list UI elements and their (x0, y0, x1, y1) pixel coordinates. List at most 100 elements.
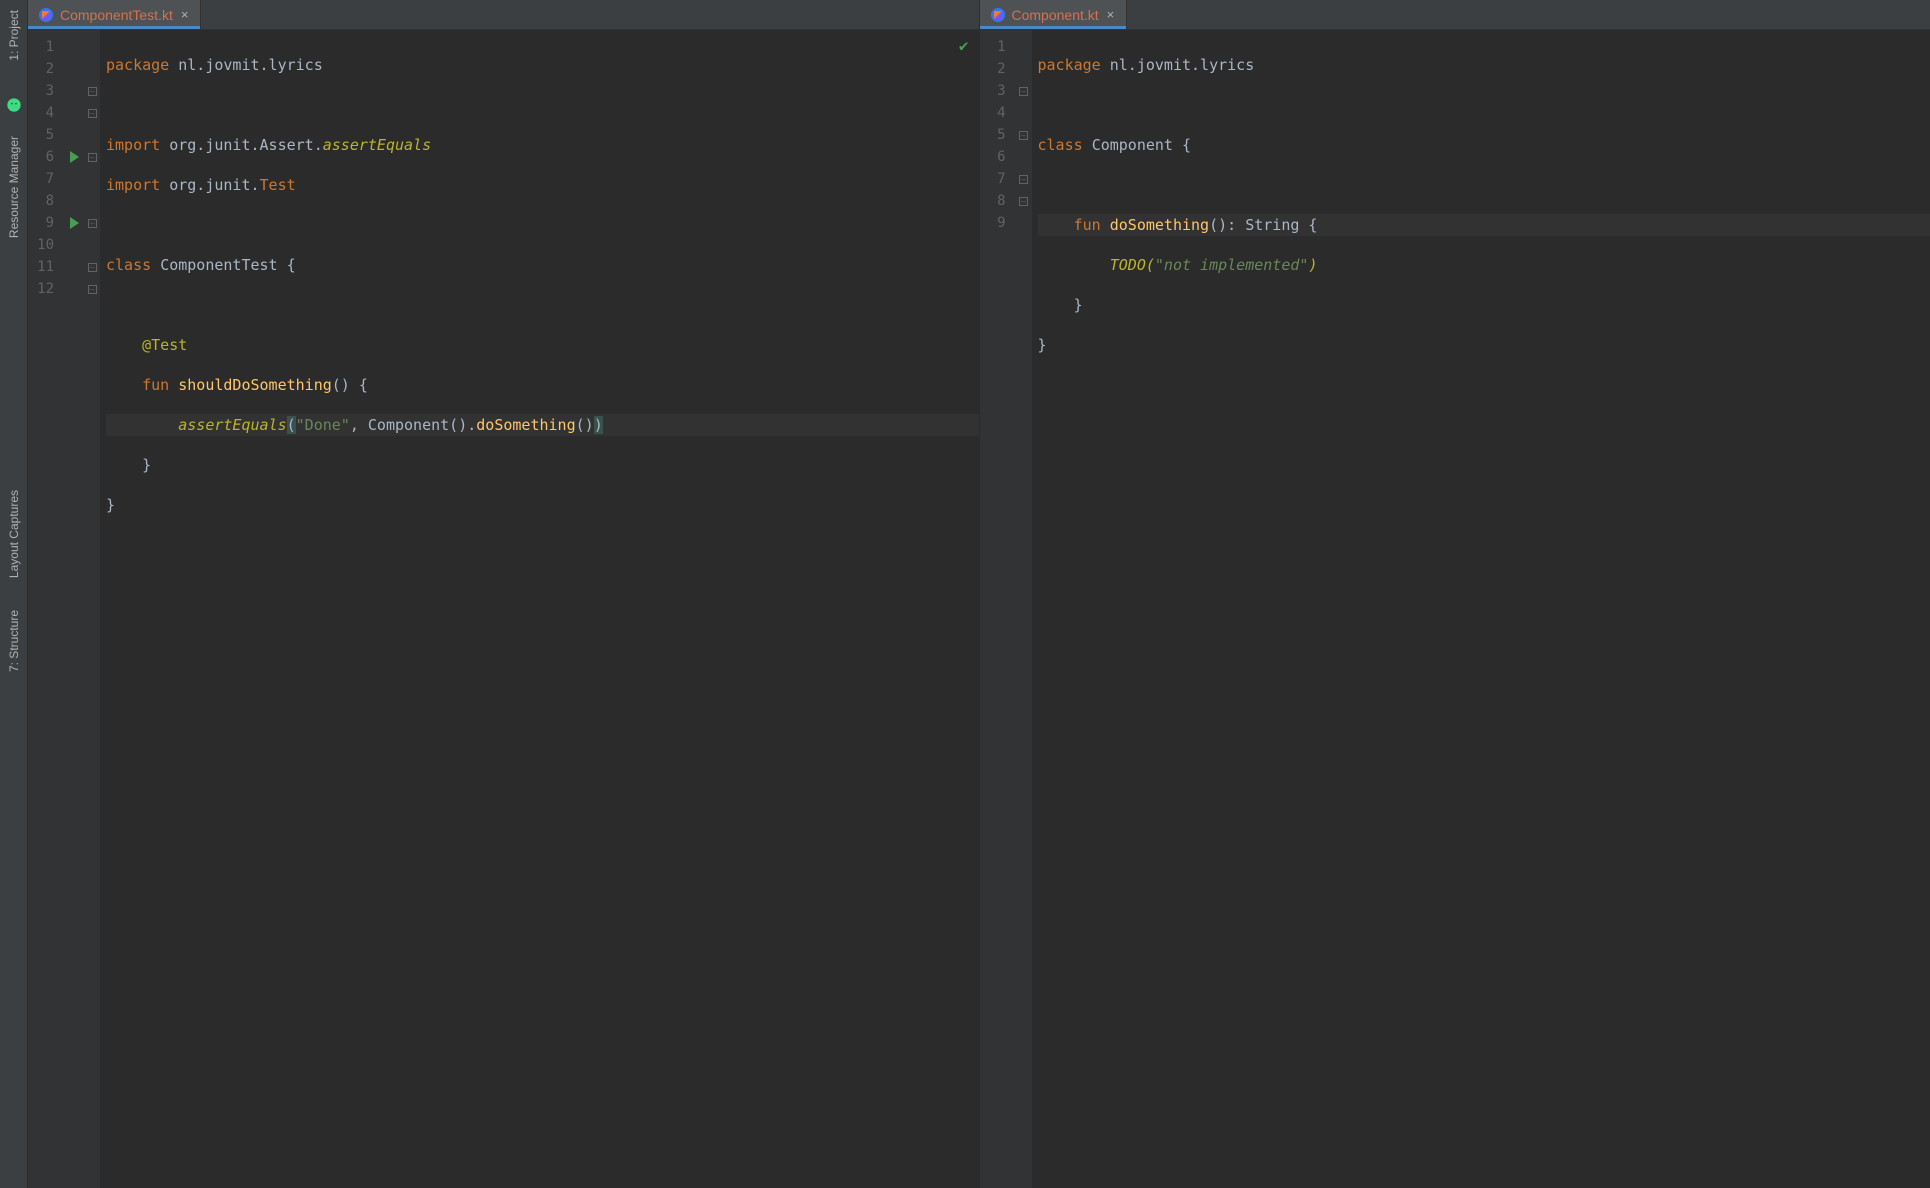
line-number: 1 (28, 39, 64, 55)
code: ( (287, 416, 296, 434)
kotlin-file-icon (38, 7, 54, 23)
gutter-left: 1 2 3– 4– 5 6– 7 8 9– 10 11– 12– (28, 30, 100, 1188)
fold-icon[interactable]: – (88, 87, 97, 96)
editor-body-left[interactable]: ✔ 1 2 3– 4– 5 6– 7 8 9– 10 11– 12– packa… (28, 30, 979, 1188)
line-number: 9 (980, 215, 1016, 231)
android-icon (6, 97, 22, 116)
code: shouldDoSomething (178, 376, 332, 394)
fold-icon[interactable]: – (1019, 175, 1028, 184)
tool-window-project[interactable]: 1: Project (5, 4, 23, 67)
line-number: 8 (980, 193, 1016, 209)
tool-window-structure[interactable]: 7: Structure (5, 604, 23, 678)
line-number: 1 (980, 39, 1016, 55)
tab-component[interactable]: Component.kt × (980, 0, 1128, 29)
code: TODO (1110, 256, 1146, 274)
code: nl.jovmit.lyrics (1110, 56, 1255, 74)
code: @Test (142, 336, 187, 354)
editor-pane-right: Component.kt × 1 2 3– 4 5– 6 7– 8– 9 pac… (980, 0, 1930, 1188)
code (1038, 256, 1110, 274)
fold-icon[interactable]: – (88, 285, 97, 294)
tab-title: Component.kt (1012, 7, 1099, 23)
line-number: 7 (980, 171, 1016, 187)
code: class (106, 256, 160, 274)
code: import (106, 176, 169, 194)
tab-bar-left: ComponentTest.kt × (28, 0, 979, 30)
code: fun (1074, 216, 1110, 234)
close-icon[interactable]: × (179, 7, 191, 22)
line-number: 6 (28, 149, 64, 165)
line-number: 2 (980, 61, 1016, 77)
kotlin-file-icon (990, 7, 1006, 23)
line-number: 12 (28, 281, 64, 297)
code: ( (1146, 256, 1155, 274)
fold-icon[interactable]: – (88, 219, 97, 228)
code: org.junit.Assert. (169, 136, 323, 154)
line-number: 9 (28, 215, 64, 231)
tab-bar-right: Component.kt × (980, 0, 1930, 30)
code-area-right[interactable]: package nl.jovmit.lyrics class Component… (1032, 30, 1930, 1188)
code-area-left[interactable]: package nl.jovmit.lyrics import org.juni… (100, 30, 979, 1188)
line-number: 10 (28, 237, 64, 253)
code (106, 416, 178, 434)
line-number: 2 (28, 61, 64, 77)
tool-window-label: Layout Captures (7, 490, 21, 578)
tab-active-indicator (28, 26, 200, 29)
tab-componenttest[interactable]: ComponentTest.kt × (28, 0, 201, 29)
line-number: 5 (28, 127, 64, 143)
code: (): String { (1209, 216, 1317, 234)
line-number: 4 (980, 105, 1016, 121)
code: ) (1308, 256, 1317, 274)
tool-window-layout-captures[interactable]: Layout Captures (5, 484, 23, 584)
code: package (1038, 56, 1110, 74)
editor-body-right[interactable]: 1 2 3– 4 5– 6 7– 8– 9 package nl.jovmit.… (980, 30, 1930, 1188)
code: ) (594, 416, 603, 434)
code: doSomething (1110, 216, 1209, 234)
fold-icon[interactable]: – (1019, 131, 1028, 140)
code: fun (142, 376, 178, 394)
code: nl.jovmit.lyrics (178, 56, 323, 74)
line-number: 7 (28, 171, 64, 187)
tool-window-resource-manager[interactable]: Resource Manager (5, 130, 23, 244)
code: doSomething (476, 416, 575, 434)
code: "Done" (296, 416, 350, 434)
line-number: 3 (28, 83, 64, 99)
code: package (106, 56, 178, 74)
tool-window-bar: 1: Project Resource Manager Layout Captu… (0, 0, 28, 1188)
line-number: 8 (28, 193, 64, 209)
line-number: 5 (980, 127, 1016, 143)
fold-icon[interactable]: – (88, 263, 97, 272)
code: } (1074, 296, 1083, 314)
tab-active-indicator (980, 26, 1127, 29)
line-number: 3 (980, 83, 1016, 99)
line-number: 6 (980, 149, 1016, 165)
code: () (576, 416, 594, 434)
line-number: 11 (28, 259, 64, 275)
code (106, 456, 142, 474)
code: { (1182, 136, 1191, 154)
close-icon[interactable]: × (1105, 7, 1117, 22)
run-gutter-icon[interactable] (70, 217, 79, 229)
code (1038, 296, 1074, 314)
tool-window-label: 1: Project (7, 10, 21, 61)
fold-icon[interactable]: – (88, 109, 97, 118)
code: "not implemented" (1155, 256, 1309, 274)
code: Test (260, 176, 296, 194)
code: assertEquals (178, 416, 286, 434)
run-gutter-icon[interactable] (70, 151, 79, 163)
code (1038, 216, 1074, 234)
code: import (106, 136, 169, 154)
code: assertEquals (323, 136, 431, 154)
fold-icon[interactable]: – (88, 153, 97, 162)
editor-split: ComponentTest.kt × ✔ 1 2 3– 4– 5 6– 7 8 … (28, 0, 1930, 1188)
code: , Component(). (350, 416, 476, 434)
editor-pane-left: ComponentTest.kt × ✔ 1 2 3– 4– 5 6– 7 8 … (28, 0, 980, 1188)
code: } (1038, 336, 1047, 354)
fold-icon[interactable]: – (1019, 87, 1028, 96)
code (106, 376, 142, 394)
code: class (1038, 136, 1092, 154)
gutter-right: 1 2 3– 4 5– 6 7– 8– 9 (980, 30, 1032, 1188)
code: } (106, 496, 115, 514)
code: Component (1092, 136, 1182, 154)
tool-window-label: 7: Structure (7, 610, 21, 672)
fold-icon[interactable]: – (1019, 197, 1028, 206)
